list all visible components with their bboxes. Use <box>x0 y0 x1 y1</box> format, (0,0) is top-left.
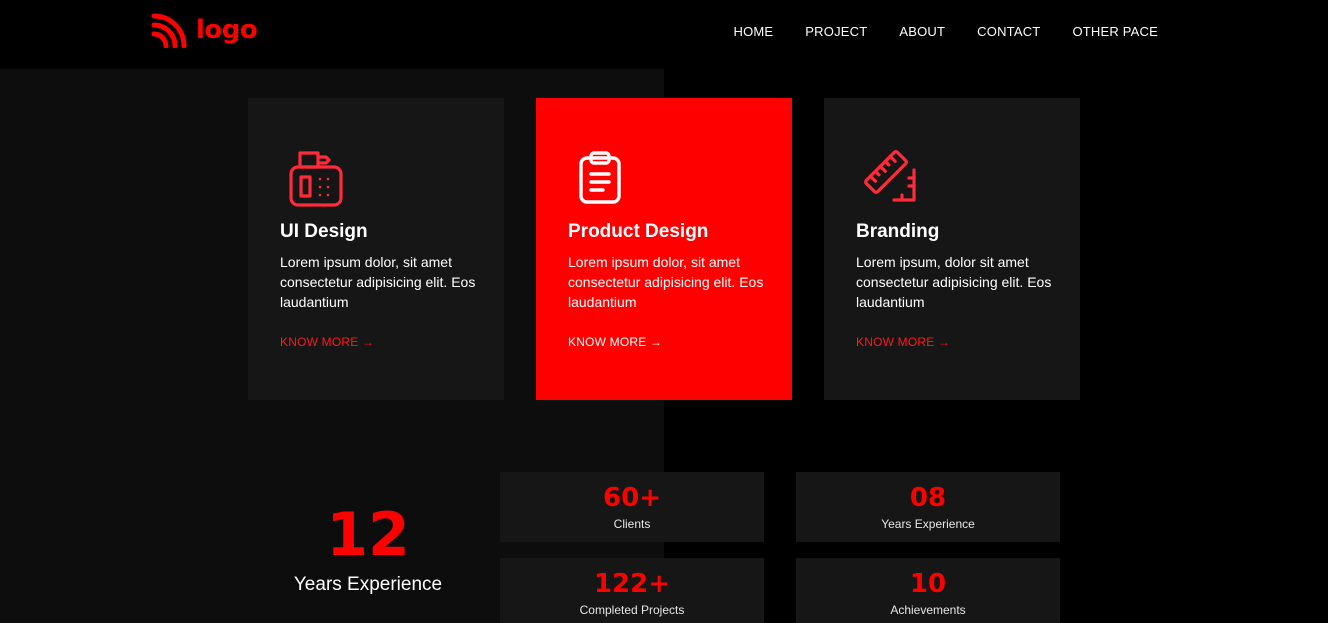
stat-value: 08 <box>909 483 947 513</box>
ruler-icon <box>864 150 916 202</box>
experience-value: 12 <box>326 500 410 570</box>
main-nav: HOME PROJECT ABOUT CONTACT OTHER PACE <box>733 24 1158 39</box>
service-card-branding[interactable]: Branding Lorem ipsum, dolor sit amet con… <box>824 98 1080 400</box>
service-title: UI Design <box>280 221 368 242</box>
stat-value: 10 <box>909 569 947 599</box>
signal-logo-icon <box>152 13 187 48</box>
service-title: Branding <box>856 221 940 242</box>
stat-value: 122+ <box>593 569 671 599</box>
stat-label: Achievements <box>890 603 966 617</box>
nav-other-pace[interactable]: OTHER PACE <box>1072 24 1158 39</box>
service-card-ui-design[interactable]: UI Design Lorem ipsum dolor, sit amet co… <box>248 98 504 400</box>
know-more-link[interactable]: KNOW MORE → <box>856 335 950 349</box>
service-description: Lorem ipsum, dolor sit amet consectetur … <box>856 254 1052 310</box>
logo-text: logo <box>196 15 258 45</box>
nav-project[interactable]: PROJECT <box>805 24 867 39</box>
stat-value: 60+ <box>603 483 661 513</box>
nav-home[interactable]: HOME <box>733 24 773 39</box>
stat-box-years-experience: 08 Years Experience <box>796 472 1060 542</box>
service-card-product-design[interactable]: Product Design Lorem ipsum dolor, sit am… <box>536 98 792 400</box>
site-header: logo HOME PROJECT ABOUT CONTACT OTHER PA… <box>0 0 1328 69</box>
experience-stat: 12 Years Experience <box>248 500 488 596</box>
know-more-link[interactable]: KNOW MORE → <box>568 335 662 349</box>
stat-label: Completed Projects <box>579 603 685 617</box>
service-title: Product Design <box>568 221 709 242</box>
experience-label: Years Experience <box>293 574 443 595</box>
stat-label: Clients <box>613 517 651 531</box>
stat-box-achievements: 10 Achievements <box>796 558 1060 623</box>
stat-box-completed-projects: 122+ Completed Projects <box>500 558 764 623</box>
stat-box-clients: 60+ Clients <box>500 472 764 542</box>
stat-label: Years Experience <box>881 517 975 531</box>
know-more-link[interactable]: KNOW MORE → <box>280 335 374 349</box>
service-description: Lorem ipsum dolor, sit amet consectetur … <box>568 254 764 310</box>
fax-machine-icon <box>289 151 343 207</box>
clipboard-icon <box>579 151 621 204</box>
nav-contact[interactable]: CONTACT <box>977 24 1040 39</box>
logo[interactable]: logo <box>152 12 258 48</box>
nav-about[interactable]: ABOUT <box>899 24 945 39</box>
service-description: Lorem ipsum dolor, sit amet consectetur … <box>280 254 476 310</box>
